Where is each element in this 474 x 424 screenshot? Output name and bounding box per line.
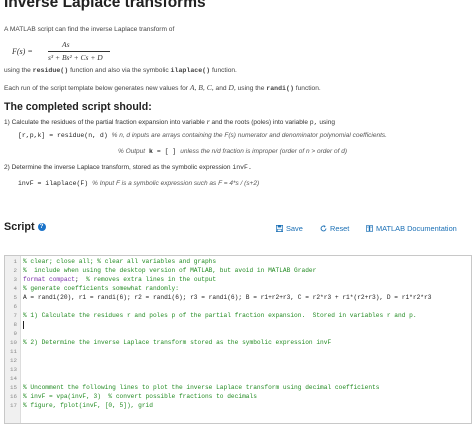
save-button[interactable]: Save bbox=[276, 224, 303, 233]
completed-heading: The completed script should: bbox=[4, 101, 152, 113]
equation-lhs: F(s) = bbox=[12, 47, 33, 56]
ilaplace-code: ilaplace() bbox=[170, 67, 211, 74]
line-number: 10 bbox=[10, 339, 17, 346]
code-line[interactable]: % 2) Determine the inverse Laplace trans… bbox=[23, 339, 331, 346]
intro-text: A MATLAB script can find the inverse Lap… bbox=[4, 26, 175, 33]
code-line[interactable]: % clear; close all; % clear all variable… bbox=[23, 258, 216, 265]
line-number: 11 bbox=[10, 348, 17, 355]
code-line[interactable]: format compact; % removes extra lines in… bbox=[23, 276, 216, 283]
reset-button[interactable]: Reset bbox=[320, 224, 349, 233]
save-icon bbox=[276, 225, 283, 232]
code-line[interactable]: % generate coefficients somewhat randoml… bbox=[23, 285, 179, 292]
line-number: 6 bbox=[13, 303, 17, 310]
matlab-documentation-link[interactable]: MATLAB Documentation bbox=[366, 224, 457, 233]
line-number: 16 bbox=[10, 393, 17, 400]
help-icon[interactable]: ? bbox=[37, 223, 46, 231]
text-cursor bbox=[23, 321, 24, 329]
fraction-bar bbox=[48, 51, 110, 52]
line-number: 12 bbox=[10, 357, 17, 364]
output-k-note: % Output k = [ ] unless the n/d fraction… bbox=[118, 148, 347, 155]
line-number: 3 bbox=[13, 276, 17, 283]
residue-code: residue() bbox=[32, 67, 69, 74]
line-number: 17 bbox=[10, 402, 17, 409]
code-line[interactable]: % 1) Calculate the residues r and poles … bbox=[23, 312, 417, 319]
ilaplace-example: invF = ilaplace(F) % Input F is a symbol… bbox=[18, 180, 260, 187]
randi-code: randi() bbox=[266, 85, 294, 92]
equation-numerator: As bbox=[62, 40, 70, 49]
equation-denominator: s³ + Bs² + Cs + D bbox=[48, 53, 103, 62]
reset-icon bbox=[320, 225, 327, 232]
line-number: 14 bbox=[10, 375, 17, 382]
line-number: 1 bbox=[13, 258, 17, 265]
residue-example: [r,p,k] = residue(n, d) % n, d inputs ar… bbox=[18, 132, 387, 139]
line-number: 9 bbox=[13, 330, 17, 337]
code-line[interactable]: % include when using the desktop version… bbox=[23, 267, 316, 274]
code-line[interactable]: % figure, fplot(invF, [0, 5]), grid bbox=[23, 402, 153, 409]
line-number: 2 bbox=[13, 267, 17, 274]
transfer-function-equation: F(s) = As s³ + Bs² + Cs + D bbox=[12, 40, 132, 64]
description-line-1: using the residue() function and also vi… bbox=[4, 67, 237, 74]
line-number: 5 bbox=[13, 294, 17, 301]
code-line[interactable]: A = randi(20), r1 = randi(6); r2 = randi… bbox=[23, 294, 431, 301]
line-number: 4 bbox=[13, 285, 17, 292]
step-1: 1) Calculate the residues of the partial… bbox=[4, 117, 335, 126]
page: Inverse Laplace transforms A MATLAB scri… bbox=[0, 0, 474, 424]
line-number: 8 bbox=[13, 321, 17, 328]
code-line[interactable]: % invF = vpa(invF, 3) % convert possible… bbox=[23, 393, 257, 400]
script-editor[interactable]: 1 2 3 4 5 6 7 8 9 10 11 12 13 14 15 16 1… bbox=[4, 255, 472, 424]
script-title: Script? bbox=[4, 221, 46, 233]
line-number: 13 bbox=[10, 366, 17, 373]
line-number: 7 bbox=[13, 312, 17, 319]
book-icon bbox=[366, 225, 373, 232]
page-title: Inverse Laplace transforms bbox=[4, 0, 206, 11]
code-line[interactable]: % Uncomment the following lines to plot … bbox=[23, 384, 379, 391]
line-number: 15 bbox=[10, 384, 17, 391]
step-2: 2) Determine the inverse Laplace transfo… bbox=[4, 164, 252, 171]
description-line-2: Each run of the script template below ge… bbox=[4, 83, 321, 92]
